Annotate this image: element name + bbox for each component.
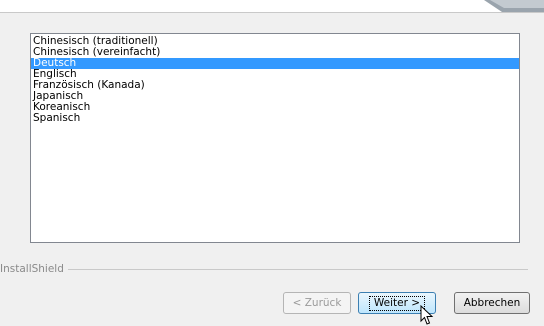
language-listbox[interactable]: Chinesisch (traditionell) Chinesisch (ve… [30, 33, 520, 243]
language-item[interactable]: Japanisch [31, 91, 519, 102]
language-item[interactable]: Chinesisch (vereinfacht) [31, 47, 519, 58]
cancel-button-label: Abbrechen [463, 297, 521, 309]
dialog-header [0, 0, 544, 13]
header-graphic [484, 0, 544, 12]
language-item[interactable]: Französisch (Kanada) [31, 80, 519, 91]
branding-divider [0, 269, 528, 270]
mouse-pointer-icon [420, 305, 434, 325]
installshield-label: InstallShield [0, 262, 68, 276]
cancel-button[interactable]: Abbrechen [454, 292, 530, 314]
back-button-label: < Zurück [292, 297, 342, 309]
next-button-label: Weiter > [368, 295, 426, 311]
back-button[interactable]: < Zurück [283, 292, 351, 314]
language-item[interactable]: Koreanisch [31, 102, 519, 113]
language-item[interactable]: Spanisch [31, 113, 519, 124]
language-item-selected[interactable]: Deutsch [31, 58, 519, 69]
installshield-branding: InstallShield [0, 262, 528, 276]
